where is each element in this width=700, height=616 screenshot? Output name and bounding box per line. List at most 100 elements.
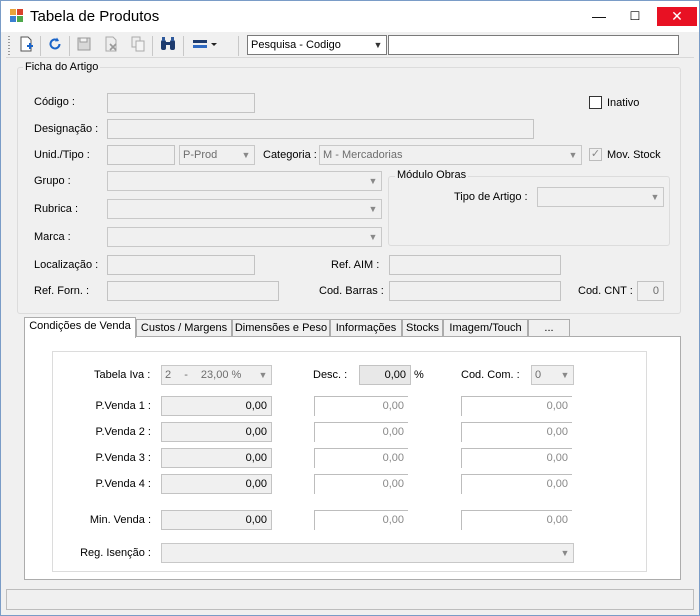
toolbar-separator <box>40 36 41 56</box>
maximize-icon[interactable]: ☐ <box>619 1 651 32</box>
tab-stocks[interactable]: Stocks <box>402 319 443 337</box>
ref-forn-label: Ref. Forn. : <box>34 285 90 297</box>
pvenda4-label: P.Venda 4 : <box>95 478 151 490</box>
modulo-obras-title: Módulo Obras <box>395 169 469 181</box>
min-venda-col3[interactable]: 0,00 <box>461 510 572 530</box>
mov-stock-label: Mov. Stock <box>607 149 661 161</box>
view-options-icon[interactable] <box>190 36 220 56</box>
binoculars-icon[interactable] <box>158 36 178 56</box>
cod-barras-label: Cod. Barras : <box>319 285 384 297</box>
minimize-icon[interactable]: — <box>583 1 615 32</box>
min-venda-col2[interactable]: 0,00 <box>314 510 408 530</box>
reg-isencao-select[interactable]: ▼ <box>161 543 574 563</box>
tipo-select[interactable]: P-Prod ▼ <box>179 145 255 165</box>
pvenda4-col3[interactable]: 0,00 <box>461 474 572 494</box>
cod-com-label: Cod. Com. : <box>461 369 520 381</box>
status-bar <box>6 589 694 610</box>
new-document-icon[interactable] <box>16 36 36 56</box>
search-input[interactable] <box>388 35 679 55</box>
desc-label: Desc. : <box>313 369 348 381</box>
rubrica-label: Rubrica : <box>34 203 79 215</box>
chevron-down-icon: ▼ <box>560 548 570 558</box>
designacao-field[interactable] <box>107 119 534 139</box>
marca-label: Marca : <box>34 231 71 243</box>
toolbar: Pesquisa - Codigo ▼ <box>6 33 694 58</box>
unid-field[interactable] <box>107 145 175 165</box>
pvenda3-col2[interactable]: 0,00 <box>314 448 408 468</box>
toolbar-separator <box>69 36 70 56</box>
pvenda4-field[interactable]: 0,00 <box>161 474 272 494</box>
toolbar-separator <box>238 36 239 56</box>
cod-barras-field[interactable] <box>389 281 561 301</box>
pvenda2-col3[interactable]: 0,00 <box>461 422 572 442</box>
copy-icon[interactable] <box>128 36 148 56</box>
min-venda-label: Min. Venda : <box>89 514 151 526</box>
chevron-down-icon: ▼ <box>368 176 378 186</box>
unid-tipo-label: Unid./Tipo : <box>34 149 90 161</box>
rubrica-select[interactable]: ▼ <box>107 199 382 219</box>
min-venda-field[interactable]: 0,00 <box>161 510 272 530</box>
search-mode-select[interactable]: Pesquisa - Codigo ▼ <box>247 35 387 55</box>
inativo-checkbox[interactable] <box>589 96 602 109</box>
codigo-field[interactable] <box>107 93 255 113</box>
pvenda1-col3[interactable]: 0,00 <box>461 396 572 416</box>
pvenda1-field[interactable]: 0,00 <box>161 396 272 416</box>
marca-select[interactable]: ▼ <box>107 227 382 247</box>
tab-more[interactable]: ... <box>528 319 570 337</box>
save-icon[interactable] <box>74 36 94 56</box>
localizacao-label: Localização : <box>34 259 99 271</box>
chevron-down-icon: ▼ <box>560 370 570 380</box>
main-window: Tabela de Produtos — ☐ ✕ Pesquisa - Codi… <box>0 0 700 616</box>
codigo-label: Código : <box>34 96 75 108</box>
reg-isencao-label: Reg. Isenção : <box>80 547 151 559</box>
cod-com-select[interactable]: 0 ▼ <box>531 365 574 385</box>
categoria-select[interactable]: M - Mercadorias ▼ <box>319 145 582 165</box>
pvenda4-col2[interactable]: 0,00 <box>314 474 408 494</box>
toolbar-separator <box>183 36 184 56</box>
cod-cnt-field[interactable]: 0 <box>637 281 664 301</box>
delete-icon[interactable] <box>101 36 121 56</box>
tipo-artigo-label: Tipo de Artigo : <box>454 191 528 203</box>
categoria-label: Categoria : <box>263 149 317 161</box>
pvenda2-col2[interactable]: 0,00 <box>314 422 408 442</box>
ref-forn-field[interactable] <box>107 281 279 301</box>
localizacao-field[interactable] <box>107 255 255 275</box>
tabela-iva-select[interactable]: 2 - 23,00 % ▼ <box>161 365 272 385</box>
tab-custos-margens[interactable]: Custos / Margens <box>136 319 232 337</box>
chevron-down-icon: ▼ <box>241 150 251 160</box>
desc-field[interactable]: 0,00 <box>359 365 411 385</box>
categoria-value: M - Mercadorias <box>323 149 403 161</box>
tab-informacoes[interactable]: Informações <box>330 319 402 337</box>
pvenda1-col2[interactable]: 0,00 <box>314 396 408 416</box>
tab-imagem-touch[interactable]: Imagem/Touch <box>443 319 528 337</box>
pvenda3-field[interactable]: 0,00 <box>161 448 272 468</box>
ref-aim-field[interactable] <box>389 255 561 275</box>
grupo-label: Grupo : <box>34 175 71 187</box>
toolbar-grip <box>8 36 10 56</box>
tabela-iva-sep: - <box>184 369 188 381</box>
inativo-label: Inativo <box>607 97 640 109</box>
tipo-artigo-select[interactable]: ▼ <box>537 187 664 207</box>
cod-com-value: 0 <box>535 369 542 381</box>
mov-stock-checkbox[interactable]: ✓ <box>589 148 602 161</box>
app-icon <box>10 9 24 23</box>
tab-dimensoes-e-peso[interactable]: Dimensões e Peso <box>232 319 330 337</box>
tab-condicoes-de-venda[interactable]: Condições de Venda <box>24 317 136 338</box>
tabela-iva-rate: 23,00 % <box>200 369 242 381</box>
designacao-label: Designação : <box>34 123 99 135</box>
chevron-down-icon: ▼ <box>650 192 660 202</box>
desc-percent: % <box>414 369 424 381</box>
chevron-down-icon: ▼ <box>568 150 578 160</box>
toolbar-separator <box>152 36 153 56</box>
chevron-down-icon: ▼ <box>368 204 378 214</box>
pvenda3-col3[interactable]: 0,00 <box>461 448 572 468</box>
close-icon[interactable]: ✕ <box>657 7 697 26</box>
pvenda1-label: P.Venda 1 : <box>95 400 151 412</box>
cod-cnt-label: Cod. CNT : <box>578 285 633 297</box>
ficha-do-artigo-title: Ficha do Artigo <box>23 61 101 73</box>
pvenda2-field[interactable]: 0,00 <box>161 422 272 442</box>
ref-aim-label: Ref. AIM : <box>331 259 380 271</box>
grupo-select[interactable]: ▼ <box>107 171 382 191</box>
chevron-down-icon: ▼ <box>373 40 383 50</box>
refresh-icon[interactable] <box>45 36 65 56</box>
